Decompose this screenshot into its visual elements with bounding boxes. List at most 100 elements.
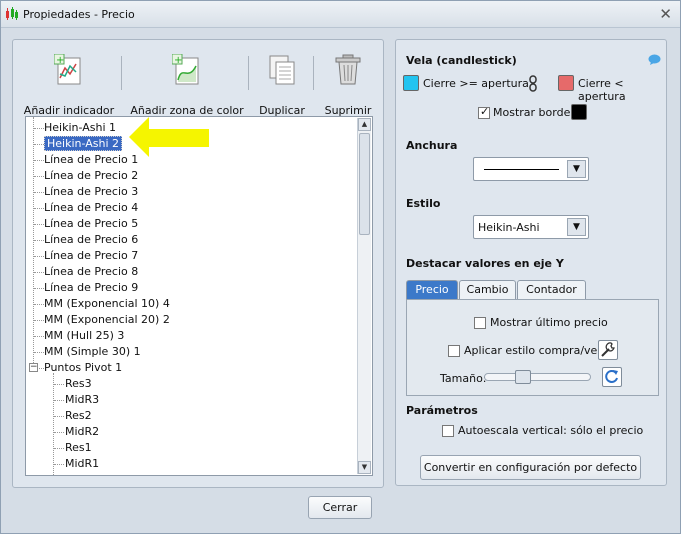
tree-item-label: Res2 bbox=[65, 409, 92, 422]
size-slider-knob[interactable] bbox=[515, 370, 531, 384]
tree-connector bbox=[34, 352, 44, 353]
indicator-list-panel: + Añadir indicador + Añadir zona de colo… bbox=[12, 39, 384, 488]
size-slider[interactable] bbox=[484, 370, 591, 384]
tab-price[interactable]: Precio bbox=[406, 280, 458, 299]
tree-item[interactable]: MM (Exponencial 10) 4 bbox=[44, 296, 170, 312]
tree-connector bbox=[34, 256, 44, 257]
tree-connector bbox=[54, 384, 64, 385]
refresh-icon bbox=[605, 370, 618, 383]
tree-connector bbox=[54, 400, 64, 401]
apply-buy-sell-checkbox[interactable] bbox=[448, 345, 460, 357]
tree-child-item[interactable]: Res3 bbox=[65, 376, 92, 392]
scroll-thumb[interactable] bbox=[359, 133, 370, 235]
svg-text:+: + bbox=[56, 55, 64, 66]
highlight-arrow-annotation bbox=[129, 117, 209, 157]
tree-child-item[interactable]: MidR2 bbox=[65, 424, 99, 440]
tree-item[interactable]: MM (Hull 25) 3 bbox=[44, 328, 124, 344]
tree-item[interactable]: Línea de Precio 6 bbox=[44, 232, 138, 248]
tree-scrollbar[interactable]: ▲ ▼ bbox=[357, 118, 371, 474]
show-last-price-label: Mostrar último precio bbox=[490, 316, 608, 329]
add-indicator-button[interactable]: + Añadir indicador bbox=[24, 54, 114, 118]
border-color-swatch[interactable] bbox=[571, 104, 587, 120]
tree-item-label: MM (Exponencial 10) 4 bbox=[44, 297, 170, 310]
show-last-price-checkbox[interactable] bbox=[474, 317, 486, 329]
close-up-color-swatch[interactable] bbox=[403, 75, 419, 91]
tree-item-label: Línea de Precio 3 bbox=[44, 185, 139, 198]
delete-button[interactable]: Suprimir bbox=[323, 54, 373, 118]
tree-item-label: Línea de Precio 2 bbox=[44, 169, 139, 182]
duplicate-icon bbox=[269, 55, 295, 85]
tree-item-label: MM (Hull 25) 3 bbox=[44, 329, 125, 342]
close-icon[interactable]: ✕ bbox=[659, 5, 672, 23]
tree-child-item[interactable]: MidR1 bbox=[65, 456, 99, 472]
tab-counter[interactable]: Contador bbox=[517, 280, 586, 299]
width-select[interactable]: ▼ bbox=[473, 157, 589, 181]
properties-window: Propiedades - Precio ✕ + Añadir indicado… bbox=[0, 0, 681, 534]
show-borders-checkbox[interactable] bbox=[478, 105, 490, 119]
tree-item-label: Línea de Precio 7 bbox=[44, 249, 139, 262]
tree-item[interactable]: Línea de Precio 7 bbox=[44, 248, 138, 264]
tree-item[interactable]: Línea de Precio 1 bbox=[44, 152, 138, 168]
wrench-icon bbox=[601, 342, 615, 357]
toolbar-separator bbox=[121, 56, 122, 90]
tree-item[interactable]: MM (Simple 30) 1 bbox=[44, 344, 141, 360]
tree-item[interactable]: Línea de Precio 5 bbox=[44, 216, 138, 232]
tree-item[interactable]: Línea de Precio 3 bbox=[44, 184, 138, 200]
tree-item[interactable]: Línea de Precio 4 bbox=[44, 200, 138, 216]
chevron-down-icon[interactable]: ▼ bbox=[567, 160, 586, 178]
svg-text:+: + bbox=[174, 55, 182, 66]
params-title: Parámetros bbox=[406, 404, 478, 417]
tree-connector bbox=[34, 160, 44, 161]
tree-item[interactable]: Línea de Precio 8 bbox=[44, 264, 138, 280]
highlight-title: Destacar valores en eje Y bbox=[406, 257, 564, 270]
tree-child-item[interactable]: Res2 bbox=[65, 408, 92, 424]
window-title: Propiedades - Precio bbox=[23, 8, 135, 21]
link-icon[interactable] bbox=[528, 75, 538, 92]
close-down-label: Cierre < apertura bbox=[578, 77, 626, 103]
tree-connector bbox=[34, 240, 44, 241]
tree-item-label: Heikin-Ashi 1 bbox=[44, 121, 116, 134]
tree-item-label: Res1 bbox=[65, 441, 92, 454]
tab-change[interactable]: Cambio bbox=[459, 280, 516, 299]
convert-default-button[interactable]: Convertir en configuración por defecto bbox=[420, 455, 641, 480]
help-bubble-icon[interactable] bbox=[648, 54, 661, 65]
scroll-down-icon[interactable]: ▼ bbox=[358, 461, 371, 474]
tree-item-label: Puntos Pivot 1 bbox=[44, 361, 123, 374]
tree-item[interactable]: Línea de Precio 2 bbox=[44, 168, 138, 184]
style-select[interactable]: Heikin-Ashi ▼ bbox=[473, 215, 589, 239]
tree-child-item[interactable]: MidR3 bbox=[65, 392, 99, 408]
tree-item[interactable]: MM (Exponencial 20) 2 bbox=[44, 312, 170, 328]
tree-item-label: Heikin-Ashi 2 bbox=[44, 136, 122, 151]
tree-connector bbox=[34, 128, 44, 129]
tree-item-label: MM (Simple 30) 1 bbox=[44, 345, 141, 358]
tree-connector bbox=[34, 176, 44, 177]
tree-item[interactable]: Puntos Pivot 1 bbox=[44, 360, 122, 376]
tree-item[interactable]: Línea de Precio 9 bbox=[44, 280, 138, 296]
close-down-color-swatch[interactable] bbox=[558, 75, 574, 91]
tree-child-item[interactable]: Res1 bbox=[65, 440, 92, 456]
reset-button[interactable] bbox=[602, 367, 622, 387]
wrench-button[interactable] bbox=[598, 340, 618, 360]
autoscale-label: Autoescala vertical: sólo el precio bbox=[458, 424, 644, 437]
tree-item-label: Res3 bbox=[65, 377, 92, 390]
tree-connector bbox=[53, 373, 54, 475]
show-borders-label: Mostrar bordes bbox=[493, 106, 577, 119]
style-title: Estilo bbox=[406, 197, 441, 210]
toolbar-separator bbox=[313, 56, 314, 90]
tree-connector bbox=[54, 416, 64, 417]
indicator-tree[interactable]: ▲ ▼ Heikin-Ashi 1 Heikin-Ashi 2 Línea de P… bbox=[25, 116, 373, 476]
chevron-down-icon[interactable]: ▼ bbox=[567, 218, 586, 236]
autoscale-checkbox[interactable] bbox=[442, 425, 454, 437]
close-button[interactable]: Cerrar bbox=[308, 496, 372, 519]
tree-connector bbox=[34, 224, 44, 225]
tree-item[interactable]: Heikin-Ashi 2 bbox=[44, 136, 122, 152]
add-color-zone-button[interactable]: + Añadir zona de color bbox=[130, 54, 244, 118]
tree-item-label: Línea de Precio 1 bbox=[44, 153, 139, 166]
tree-item[interactable]: Heikin-Ashi 1 bbox=[44, 120, 116, 136]
tree-item-label: Línea de Precio 6 bbox=[44, 233, 139, 246]
scroll-up-icon[interactable]: ▲ bbox=[358, 118, 371, 131]
tree-connector bbox=[34, 144, 44, 145]
collapse-icon[interactable]: − bbox=[29, 363, 38, 372]
duplicate-button[interactable]: Duplicar bbox=[257, 54, 307, 118]
candlestick-app-icon bbox=[6, 7, 18, 20]
